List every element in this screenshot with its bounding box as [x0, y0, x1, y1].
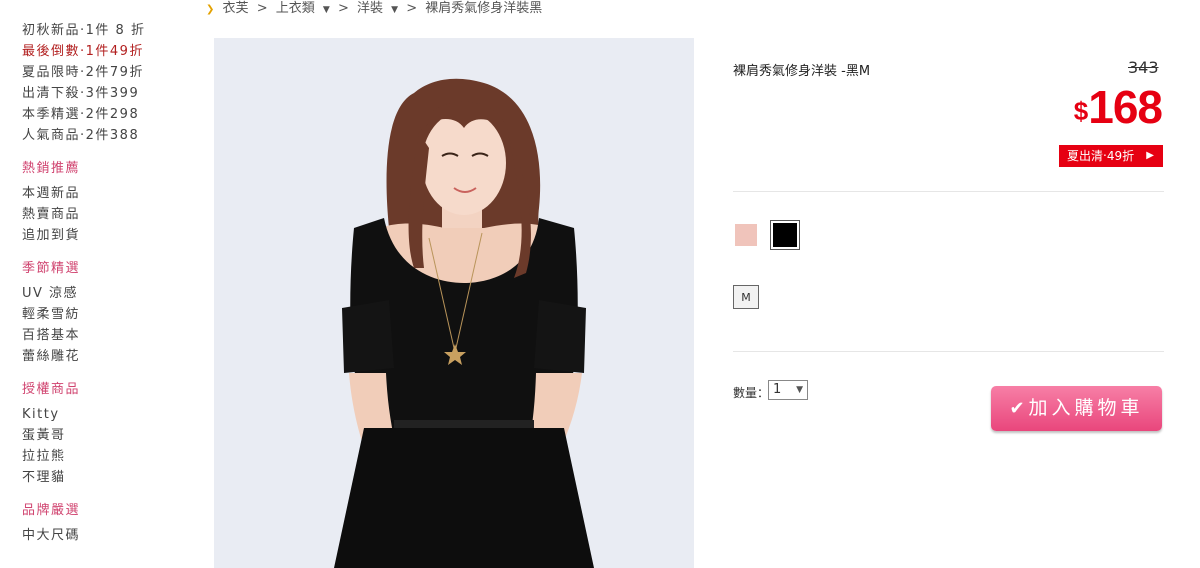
chevron-right-icon: ❯: [206, 4, 215, 15]
size-option-m[interactable]: M: [733, 285, 759, 309]
check-icon: ✔: [1009, 398, 1025, 419]
sidebar-item[interactable]: 蛋黃哥: [22, 425, 192, 446]
add-to-cart-label: 加入購物車: [1028, 397, 1144, 419]
breadcrumb-level1[interactable]: 上衣類: [276, 1, 315, 16]
breadcrumb-level2[interactable]: 洋裝: [357, 1, 383, 16]
product-image: [214, 38, 694, 568]
sidebar-item[interactable]: 蕾絲雕花: [22, 346, 192, 367]
product-title: 裸肩秀氣修身洋裝 -黑M: [733, 64, 871, 79]
breadcrumb-current: 裸肩秀氣修身洋裝黑: [425, 1, 543, 16]
sale-price-value: 168: [1088, 81, 1163, 133]
sidebar-promo-item[interactable]: 夏品限時‧2件79折: [22, 62, 192, 83]
triangle-right-icon: ▶: [1146, 150, 1154, 161]
quantity-select[interactable]: 1 ▼: [768, 380, 808, 400]
sidebar-promo-item[interactable]: 人氣商品‧2件388: [22, 125, 192, 146]
color-swatch-pink[interactable]: [735, 224, 757, 246]
breadcrumb-separator: >: [406, 1, 418, 16]
color-swatch-black[interactable]: [770, 220, 800, 250]
caret-down-icon[interactable]: ▼: [391, 5, 398, 15]
quantity-label: 數量：: [733, 386, 770, 400]
original-price: 343: [1128, 58, 1159, 77]
sidebar-section-heading[interactable]: 熱銷推薦: [22, 158, 192, 179]
add-to-cart-button[interactable]: ✔ 加入購物車: [991, 386, 1162, 431]
quantity-value: 1: [773, 382, 782, 397]
sidebar-section-heading[interactable]: 季節精選: [22, 258, 192, 279]
divider: [733, 351, 1164, 352]
breadcrumb-separator: >: [337, 1, 349, 16]
sidebar-item[interactable]: 追加到貨: [22, 225, 192, 246]
breadcrumb-separator: >: [256, 1, 268, 16]
sidebar-item[interactable]: UV 涼感: [22, 283, 192, 304]
sidebar-item[interactable]: 百搭基本: [22, 325, 192, 346]
sale-price: $168: [1073, 80, 1163, 134]
sidebar-section-heading[interactable]: 品牌嚴選: [22, 500, 192, 521]
sidebar-item[interactable]: 輕柔雪紡: [22, 304, 192, 325]
sidebar-promo-item[interactable]: 初秋新品‧1件 8 折: [22, 20, 192, 41]
promo-badge-label: 夏出清‧49折: [1067, 149, 1135, 163]
sidebar-item[interactable]: 拉拉熊: [22, 446, 192, 467]
promo-list: 初秋新品‧1件 8 折最後倒數‧1件49折 夏品限時‧2件79折 出清下殺‧3件39…: [22, 20, 192, 146]
sidebar-item[interactable]: 熱賣商品: [22, 204, 192, 225]
sidebar-promo-item[interactable]: 出清下殺‧3件399: [22, 83, 192, 104]
sidebar-sections: 熱銷推薦本週新品 熱賣商品 追加到貨季節精選 UV 涼感 輕柔雪紡 百搭基本 蕾絲雕花授權商…: [22, 158, 192, 546]
sidebar-item[interactable]: 本週新品: [22, 183, 192, 204]
sidebar-promo-item[interactable]: 本季精選‧2件298: [22, 104, 192, 125]
sidebar-section-heading[interactable]: 授權商品: [22, 379, 192, 400]
sidebar-item[interactable]: 不理貓: [22, 467, 192, 488]
breadcrumb-home[interactable]: 衣芙: [223, 1, 249, 16]
caret-down-icon[interactable]: ▼: [323, 5, 330, 15]
model-photo-illustration: [334, 78, 594, 568]
sidebar-promo-item[interactable]: 最後倒數‧1件49折: [22, 41, 192, 62]
currency-symbol: $: [1073, 96, 1089, 126]
caret-down-icon: ▼: [796, 385, 803, 395]
category-sidebar: 初秋新品‧1件 8 折最後倒數‧1件49折 夏品限時‧2件79折 出清下殺‧3件39…: [22, 20, 192, 546]
breadcrumb: ❯ 衣芙 > 上衣類 ▼ > 洋裝 ▼ > 裸肩秀氣修身洋裝黑: [206, 0, 546, 16]
divider: [733, 191, 1164, 192]
promo-badge[interactable]: 夏出清‧49折 ▶: [1059, 145, 1163, 167]
sidebar-item[interactable]: 中大尺碼: [22, 525, 192, 546]
sidebar-item[interactable]: Kitty: [22, 404, 192, 425]
